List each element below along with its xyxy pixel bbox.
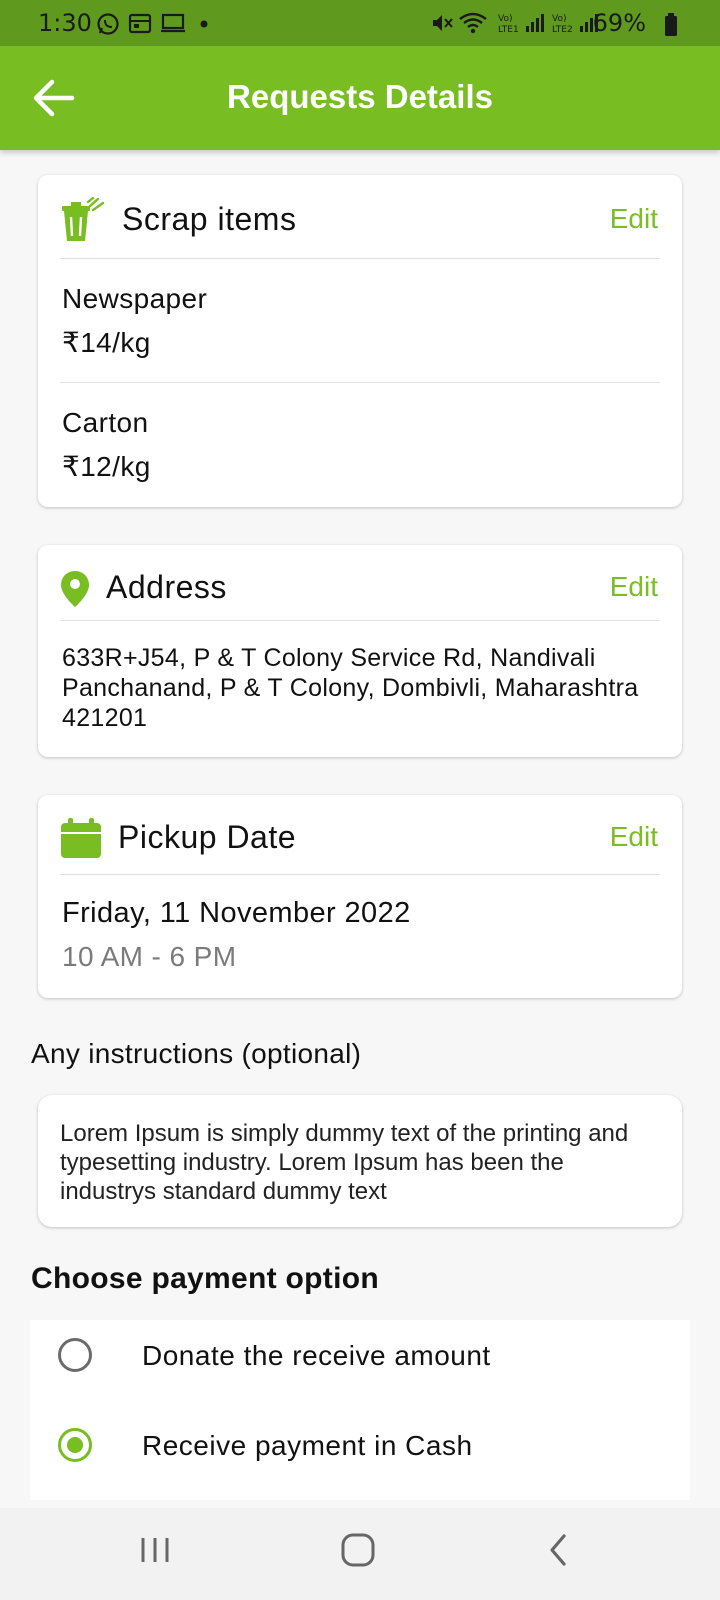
scrap-items-header: Scrap items Edit	[60, 175, 660, 259]
payment-option-donate[interactable]: Donate the receive amount	[30, 1320, 690, 1390]
pickup-date-title: Pickup Date	[118, 819, 297, 855]
location-pin-icon	[61, 571, 89, 607]
address-title: Address	[106, 569, 227, 605]
instructions-label: Any instructions (optional)	[31, 1038, 362, 1069]
back-icon[interactable]	[544, 1530, 572, 1570]
screen-icon	[161, 13, 185, 33]
page-title: Requests Details	[227, 78, 493, 115]
scrap-item-name: Newspaper	[62, 283, 208, 314]
item-divider	[60, 382, 660, 383]
status-time: 1:30	[38, 9, 92, 37]
pickup-time-window: 10 AM - 6 PM	[62, 941, 237, 972]
payment-option-label: Donate the receive amount	[142, 1340, 491, 1371]
battery-icon	[665, 13, 677, 36]
scrap-item-price: ₹14/kg	[62, 327, 151, 358]
pickup-date-card: Pickup Date Edit Friday, 11 November 202…	[38, 795, 682, 998]
svg-text:LTE1: LTE1	[498, 25, 519, 34]
instructions-text: Lorem Ipsum is simply dummy text of the …	[60, 1120, 629, 1205]
scrap-item-name: Carton	[62, 407, 149, 438]
dot-icon	[200, 20, 208, 28]
signal-lte1-icon: Vo)LTE1	[498, 14, 544, 34]
svg-text:Vo): Vo)	[552, 14, 566, 24]
svg-text:LTE2: LTE2	[552, 25, 573, 34]
pickup-date-edit-button[interactable]: Edit	[610, 821, 658, 853]
address-edit-button[interactable]: Edit	[610, 571, 658, 603]
whatsapp-icon	[97, 13, 119, 35]
payment-option-label: Receive payment in Cash	[142, 1430, 473, 1461]
trash-bin-icon	[62, 197, 105, 241]
payment-option-cash[interactable]: Receive payment in Cash	[30, 1410, 690, 1480]
recent-apps-icon[interactable]	[138, 1530, 172, 1570]
radio-button[interactable]	[58, 1338, 92, 1372]
address-header: Address Edit	[60, 545, 660, 621]
instructions-input[interactable]: Lorem Ipsum is simply dummy text of the …	[38, 1095, 682, 1227]
scrap-items-title: Scrap items	[122, 201, 297, 237]
pickup-date-header: Pickup Date Edit	[60, 795, 660, 875]
scrap-item-price: ₹12/kg	[62, 451, 151, 482]
scrap-items-edit-button[interactable]: Edit	[610, 203, 658, 235]
status-bar: 1:30 Vo) LTE1 Vo) LTE2 69%	[0, 0, 720, 46]
calendar-icon	[61, 818, 101, 858]
calendar-icon	[128, 13, 152, 34]
svg-text:Vo): Vo)	[498, 14, 512, 24]
address-text: 633R+J54, P & T Colony Service Rd, Nandi…	[62, 644, 639, 732]
address-card: Address Edit 633R+J54, P & T Colony Serv…	[38, 545, 682, 757]
payment-options-group: Donate the receive amount Receive paymen…	[30, 1320, 690, 1500]
battery-percent: 69%	[592, 9, 646, 37]
pickup-date-value: Friday, 11 November 2022	[62, 897, 411, 929]
radio-button-selected[interactable]	[58, 1428, 92, 1462]
mute-icon	[433, 15, 453, 31]
scrap-items-card: Scrap items Edit Newspaper ₹14/kg Carton…	[38, 175, 682, 507]
payment-options-heading: Choose payment option	[31, 1262, 379, 1295]
wifi-icon	[459, 12, 487, 34]
home-icon[interactable]	[338, 1530, 378, 1570]
system-nav-bar	[0, 1508, 720, 1600]
app-bar: Requests Details	[0, 46, 720, 150]
